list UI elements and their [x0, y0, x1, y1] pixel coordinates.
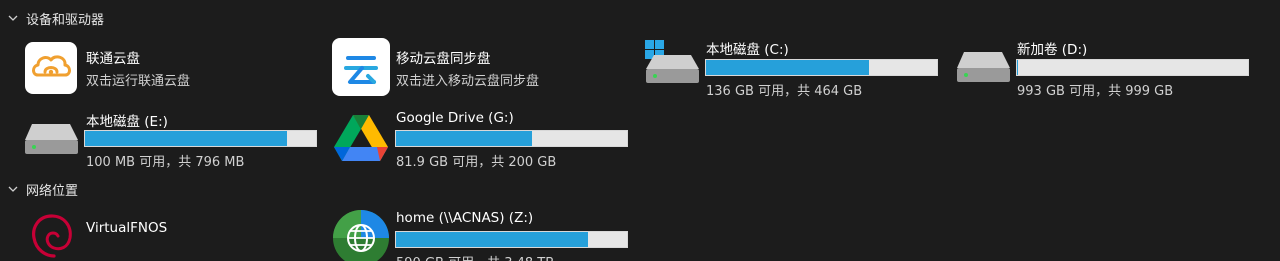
chevron-down-icon [8, 186, 18, 192]
drive-tile-google-drive[interactable]: Google Drive (G:) 81.9 GB 可用，共 200 GB [330, 108, 630, 170]
drive-space-text: 590 GB 可用，共 3.48 TB [396, 252, 554, 261]
drive-tile-mobile-cloud[interactable]: 移动云盘同步盘 双击进入移动云盘同步盘 [330, 38, 630, 98]
drive-space-text: 81.9 GB 可用，共 200 GB [396, 155, 557, 170]
group-header-label: 网络位置 [26, 183, 79, 199]
mobile-cloud-icon [332, 38, 390, 96]
drive-usage-fill [706, 60, 870, 75]
drive-name: home (\\ACNAS) (Z:) [396, 210, 534, 226]
drive-usage-bar [395, 130, 628, 147]
chevron-down-icon [8, 15, 18, 21]
network-location-name: VirtualFNOS [86, 220, 168, 236]
drive-description: 双击进入移动云盘同步盘 [396, 74, 540, 89]
drive-tile-unicom-cloud[interactable]: 联通云盘 双击运行联通云盘 [20, 38, 310, 98]
group-header-network[interactable]: 网络位置 [6, 179, 78, 199]
unicom-cloud-icon [25, 42, 77, 94]
debian-swirl-icon [26, 210, 78, 261]
drive-space-text: 100 MB 可用，共 796 MB [86, 155, 245, 170]
drive-space-text: 993 GB 可用，共 999 GB [1017, 84, 1174, 99]
google-drive-icon [333, 113, 389, 163]
drive-icon [955, 50, 1011, 84]
drive-tile-d[interactable]: 新加卷 (D:) 993 GB 可用，共 999 GB [952, 36, 1252, 99]
drive-name: Google Drive (G:) [396, 110, 514, 126]
drive-usage-bar [1016, 59, 1249, 76]
drive-usage-fill [396, 131, 533, 146]
this-pc-view: 设备和驱动器 联通云盘 双击运行联通云盘 移动云盘同步盘 双击进入移动云盘同步盘… [0, 0, 1280, 261]
drive-usage-fill [1017, 60, 1019, 75]
drive-usage-fill [85, 131, 287, 146]
drive-usage-bar [395, 231, 628, 248]
drive-usage-fill [396, 232, 588, 247]
windows-drive-icon [644, 39, 700, 85]
drive-icon [23, 122, 79, 156]
drive-usage-bar [705, 59, 938, 76]
drive-tile-c[interactable]: 本地磁盘 (C:) 136 GB 可用，共 464 GB [640, 36, 940, 99]
drive-name: 本地磁盘 (C:) [706, 42, 789, 58]
drive-name: 联通云盘 [86, 51, 140, 67]
network-drive-globe-icon [332, 209, 390, 261]
group-header-devices[interactable]: 设备和驱动器 [6, 8, 104, 28]
drive-name: 新加卷 (D:) [1017, 42, 1088, 58]
drive-usage-bar [84, 130, 317, 147]
drive-name: 移动云盘同步盘 [396, 51, 491, 67]
network-location-virtualfnos[interactable]: VirtualFNOS [20, 206, 310, 261]
drive-description: 双击运行联通云盘 [86, 74, 191, 89]
drive-name: 本地磁盘 (E:) [86, 114, 168, 130]
drive-space-text: 136 GB 可用，共 464 GB [706, 84, 863, 99]
drive-tile-z-network[interactable]: home (\\ACNAS) (Z:) 590 GB 可用，共 3.48 TB [330, 206, 630, 261]
group-header-label: 设备和驱动器 [26, 12, 105, 28]
drive-tile-e[interactable]: 本地磁盘 (E:) 100 MB 可用，共 796 MB [20, 108, 320, 170]
